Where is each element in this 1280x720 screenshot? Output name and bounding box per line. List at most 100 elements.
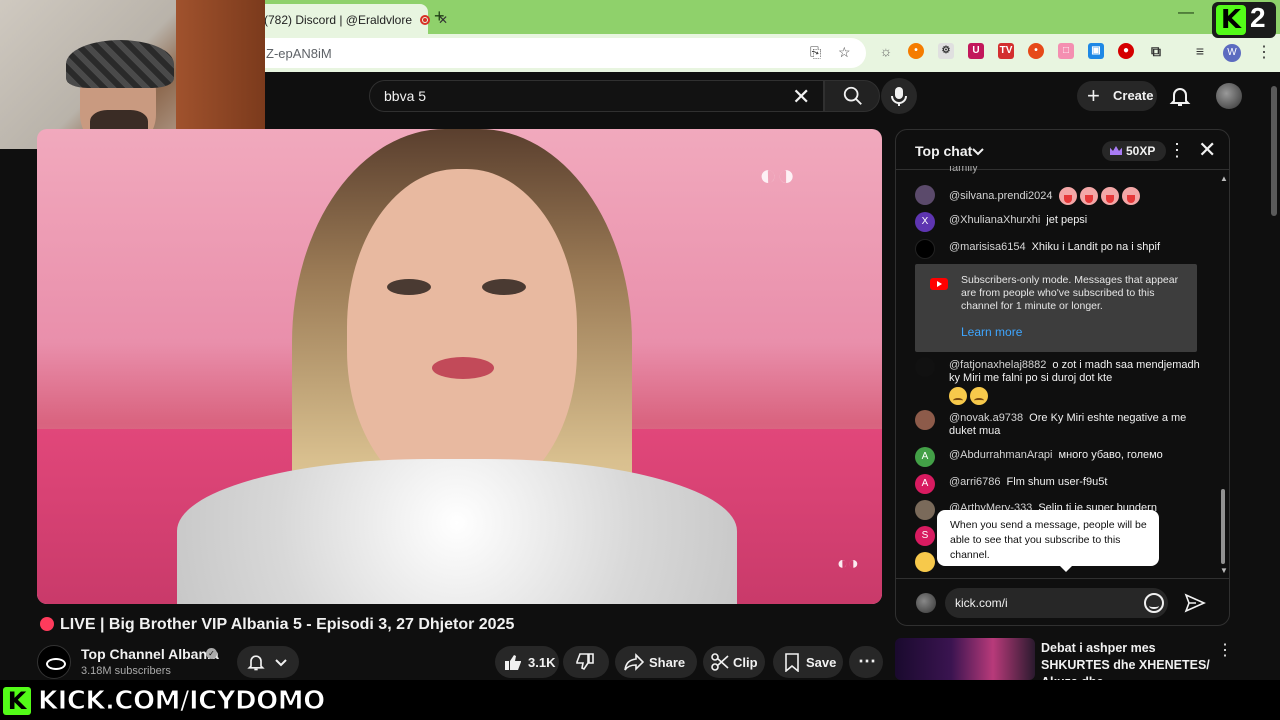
chevron-down-icon[interactable] xyxy=(972,145,984,157)
chat-username[interactable]: @AbdurrahmanArapi xyxy=(949,449,1053,461)
chat-avatar[interactable] xyxy=(915,185,935,205)
verified-check-icon: ✓ xyxy=(206,648,217,659)
browser-menu-icon[interactable]: ⋮ xyxy=(1256,42,1272,62)
emoji-picker-icon[interactable] xyxy=(1144,593,1164,613)
live-dot-icon xyxy=(40,617,54,631)
window-minimize-button[interactable]: — xyxy=(1178,4,1194,22)
extension-record-icon[interactable]: ● xyxy=(1118,43,1134,59)
more-actions-button[interactable]: ⋯ xyxy=(849,646,883,678)
chat-header: Top chat 50XP ⋮ ✕ xyxy=(896,130,1229,170)
install-app-icon[interactable]: ⎘ xyxy=(810,44,821,61)
video-person-lips xyxy=(432,357,494,379)
chat-close-icon[interactable]: ✕ xyxy=(1198,137,1216,163)
microphone-icon xyxy=(891,87,907,106)
browser-tab-discord[interactable]: (782) Discord | @Eraldvlore ✕ xyxy=(250,4,448,34)
chat-scrollbar[interactable]: ▲ ▼ xyxy=(1220,174,1228,575)
subscribed-notifications-button[interactable] xyxy=(237,646,299,678)
extension-pink-icon[interactable]: □ xyxy=(1058,43,1074,59)
channel-avatar[interactable] xyxy=(37,645,71,679)
learn-more-link[interactable]: Learn more xyxy=(961,325,1022,339)
channel-watermark-icon: ◐◑ xyxy=(759,159,796,192)
xp-badge[interactable]: 50XP xyxy=(1102,141,1166,161)
address-bar[interactable]: Z-epAN8iM ⎘ ☆ xyxy=(250,38,866,68)
scroll-up-icon[interactable]: ▲ xyxy=(1220,174,1228,183)
extension-ublock-icon[interactable]: U xyxy=(968,43,984,59)
subscribers-only-notice: Subscribers-only mode. Messages that app… xyxy=(915,264,1197,352)
chat-username[interactable]: @marisisa6154 xyxy=(949,241,1026,253)
browser-profile-avatar[interactable]: W xyxy=(1223,44,1241,62)
clip-button[interactable]: Clip xyxy=(703,646,765,678)
chat-username[interactable]: @novak.a9738 xyxy=(949,412,1023,424)
chat-more-icon[interactable]: ⋮ xyxy=(1168,140,1186,161)
extension-blue-icon[interactable]: ▣ xyxy=(1088,43,1104,59)
like-button[interactable]: 3.1K xyxy=(495,646,559,678)
chat-username[interactable]: @silvana.prendi2024 xyxy=(949,190,1053,202)
chat-message: X @XhulianaXhurxhi jet pepsi xyxy=(915,212,1205,232)
scroll-down-icon[interactable]: ▼ xyxy=(1220,566,1228,575)
tongue-emoji-icon xyxy=(1121,187,1140,205)
chat-message-text: Xhiku i Landit po na i shpif xyxy=(1031,241,1161,253)
kick-number: 2 xyxy=(1250,2,1266,33)
chat-message-input[interactable] xyxy=(945,588,1168,618)
chat-avatar[interactable]: S xyxy=(915,526,935,546)
page-scrollbar[interactable] xyxy=(1268,72,1280,680)
chat-avatar[interactable]: A xyxy=(915,447,935,467)
chat-message-partial: family xyxy=(915,166,1205,176)
chat-avatar[interactable]: X xyxy=(915,212,935,232)
extension-tv-icon[interactable]: TV xyxy=(998,43,1014,59)
save-button[interactable]: Save xyxy=(773,646,843,678)
create-label: Create xyxy=(1113,88,1154,103)
subscriber-count: 3.18M subscribers xyxy=(81,665,171,677)
save-label: Save xyxy=(806,655,837,670)
chat-avatar[interactable] xyxy=(915,239,935,259)
search-button[interactable] xyxy=(824,80,880,112)
scissors-icon xyxy=(711,653,729,671)
notifications-button[interactable] xyxy=(1168,84,1192,108)
recommendation-more-icon[interactable]: ⋮ xyxy=(1217,640,1233,660)
channel-name[interactable]: Top Channel Albania xyxy=(81,646,219,662)
extension-orange-icon[interactable]: • xyxy=(908,43,924,59)
thumbs-down-icon xyxy=(576,653,594,671)
chat-username[interactable]: @fatjonaxhelaj8882 xyxy=(949,359,1046,371)
chat-input-row xyxy=(896,578,1229,625)
chat-message-text: много убаво, големо xyxy=(1058,449,1163,461)
extension-sun-icon[interactable]: ☼ xyxy=(878,43,894,59)
chat-avatar[interactable] xyxy=(915,410,935,430)
chat-username[interactable]: @arri6786 xyxy=(949,476,1001,488)
tab-title: (782) Discord | @Eraldvlore xyxy=(264,13,413,27)
kick-k-icon: K xyxy=(3,687,31,715)
extensions-puzzle-icon[interactable]: ⧉ xyxy=(1148,43,1164,59)
chat-avatar[interactable] xyxy=(915,500,935,520)
chat-message-text: jet pepsi xyxy=(1046,214,1088,226)
media-control-icon[interactable]: ≡ xyxy=(1192,43,1208,59)
like-count: 3.1K xyxy=(528,655,556,670)
dislike-button[interactable] xyxy=(563,646,609,678)
bookmark-icon xyxy=(785,653,799,672)
share-button[interactable]: Share xyxy=(615,646,697,678)
chat-avatar[interactable]: A xyxy=(915,474,935,494)
page-scroll-thumb[interactable] xyxy=(1271,86,1277,216)
plus-icon: + xyxy=(1087,83,1100,108)
search-clear-icon[interactable]: ✕ xyxy=(792,84,810,110)
chat-message: @silvana.prendi2024 xyxy=(915,185,1205,205)
new-tab-button[interactable]: + xyxy=(434,6,445,27)
unamused-emoji-icon xyxy=(949,387,967,405)
chat-avatar[interactable] xyxy=(915,552,935,572)
chat-mode-selector[interactable]: Top chat xyxy=(915,143,972,159)
chat-username[interactable]: @XhulianaXhurxhi xyxy=(949,214,1040,226)
video-person-eye-right xyxy=(482,279,526,295)
create-button[interactable]: + Create xyxy=(1077,81,1157,111)
voice-search-button[interactable] xyxy=(881,78,917,114)
bookmark-star-icon[interactable]: ☆ xyxy=(838,44,851,61)
extension-gray-icon[interactable]: ⚙ xyxy=(938,43,954,59)
recommendation-thumbnail[interactable] xyxy=(895,638,1035,680)
send-icon[interactable] xyxy=(1184,592,1206,614)
extension-red-icon[interactable]: • xyxy=(1028,43,1044,59)
chat-avatar[interactable] xyxy=(915,357,935,377)
video-player[interactable]: ◐◑ ◐◑ xyxy=(37,129,882,604)
chat-message-text: family xyxy=(949,166,978,174)
crown-icon xyxy=(1110,146,1122,155)
search-input[interactable]: bbva 5 xyxy=(369,80,824,112)
chat-scroll-thumb[interactable] xyxy=(1221,489,1225,564)
account-avatar[interactable] xyxy=(1216,83,1242,109)
